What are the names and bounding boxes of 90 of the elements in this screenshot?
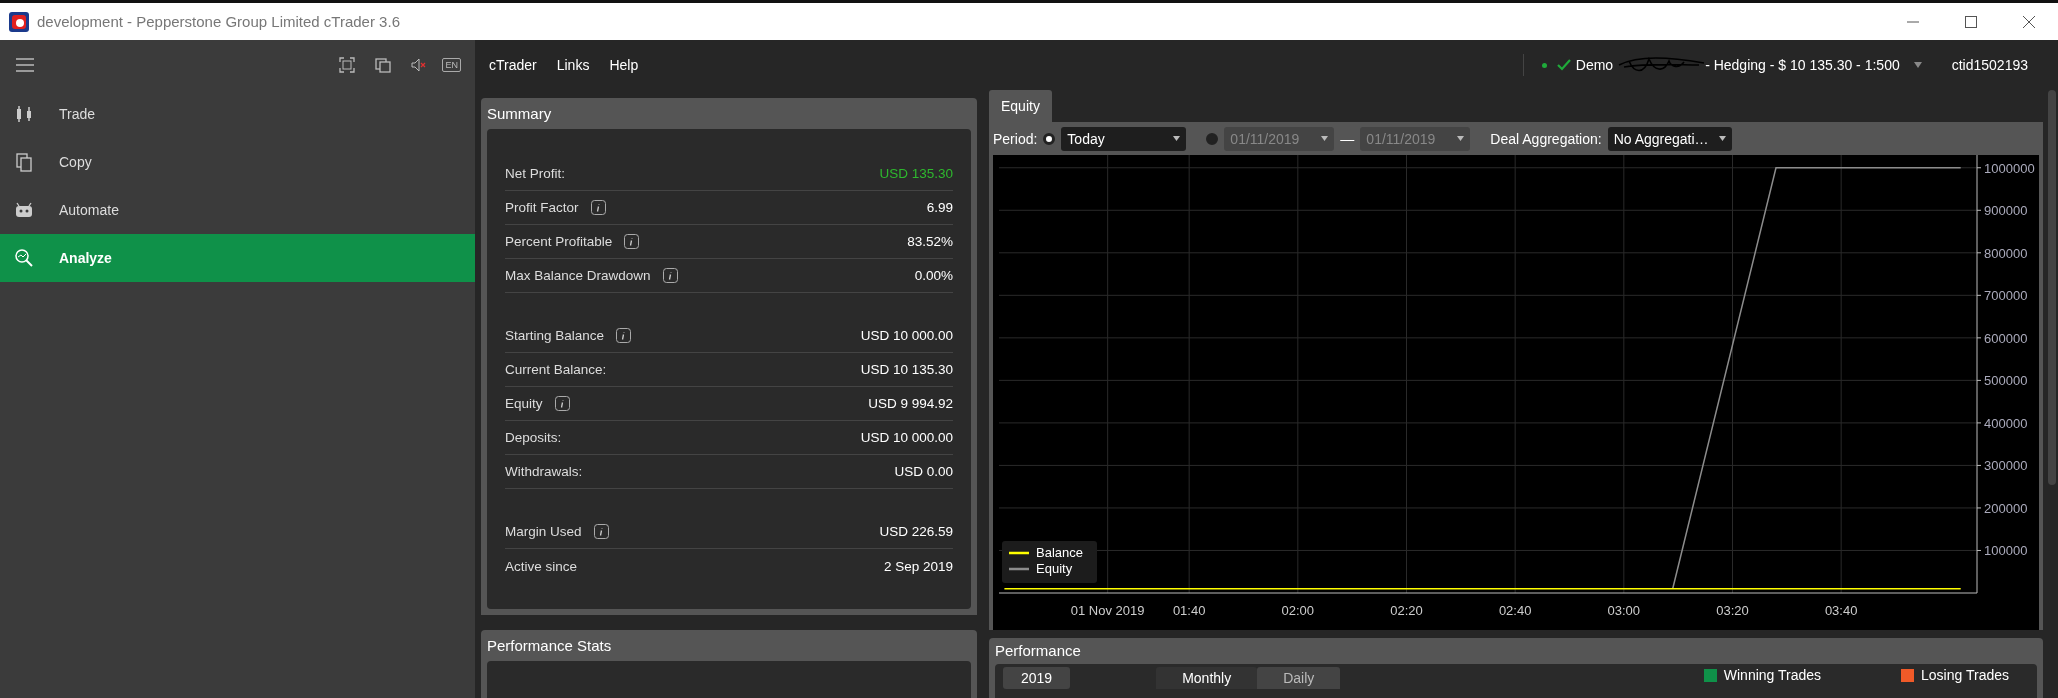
check-icon	[1556, 59, 1571, 71]
account-mode: Demo	[1575, 57, 1614, 73]
caret-icon	[1173, 136, 1181, 141]
stat-value: USD 0.00	[894, 464, 953, 479]
aggregation-dropdown[interactable]: No Aggregati…	[1607, 126, 1732, 151]
stat-label: Deposits:	[505, 430, 562, 445]
legend-label: Equity	[1036, 561, 1073, 576]
stat-value: 6.99	[926, 200, 953, 215]
language-button[interactable]: EN	[442, 58, 461, 72]
close-icon[interactable]	[2023, 15, 2035, 28]
menu-item[interactable]: Links	[556, 57, 590, 73]
tab[interactable]: Equity	[989, 90, 1052, 122]
stat-value: USD 10 135.30	[860, 362, 953, 377]
period-label: Period:	[993, 130, 1038, 147]
stat-value: USD 10 000.00	[860, 328, 953, 343]
tab[interactable]: Daily	[1257, 667, 1341, 689]
radio-button[interactable]	[1043, 132, 1056, 145]
candlestick-icon	[14, 104, 34, 124]
stat-label: Margin Used	[505, 524, 582, 539]
caret-icon[interactable]	[1913, 62, 1922, 68]
info-icon[interactable]	[593, 524, 609, 539]
year-button[interactable]: 2019	[1003, 667, 1071, 689]
axis-tick-label: 100000	[1984, 543, 2028, 559]
axis-tick-label: 800000	[1984, 245, 2028, 261]
axis-tick-label: 01 Nov 2019	[1070, 603, 1145, 618]
stat-label: Current Balance:	[505, 362, 607, 377]
axis-tick-label: 03:40	[1824, 603, 1858, 618]
stat-label: Active since	[505, 558, 578, 574]
stat-value: USD 135.30	[879, 166, 953, 181]
account-details: - Hedging - $ 10 135.30 - 1:500	[1705, 57, 1900, 73]
panel-title: Performance Stats	[487, 636, 613, 656]
sidebar-item[interactable]: Trade	[0, 90, 475, 138]
axis-tick-label: 500000	[1984, 373, 2028, 389]
range-separator: —	[1340, 130, 1355, 147]
axis-tick-label: 300000	[1984, 458, 2028, 474]
axis-tick-label: 03:20	[1716, 603, 1749, 618]
axis-tick-label: 400000	[1984, 415, 2028, 431]
sidebar-item[interactable]: Automate	[0, 186, 475, 234]
aggregation-label: Deal Aggregation:	[1490, 130, 1602, 147]
caret-icon	[1457, 136, 1465, 141]
sidebar-item[interactable]: Analyze	[0, 234, 475, 282]
user-id: ctid1502193	[1951, 57, 2028, 73]
axis-tick-label: 1000000	[1984, 160, 2035, 176]
stat-value: 83.52%	[907, 234, 953, 249]
stat-label: Percent Profitable	[505, 234, 613, 249]
caret-icon	[1718, 136, 1726, 141]
radio-button[interactable]	[1206, 132, 1219, 145]
axis-tick-label: 600000	[1984, 330, 2028, 346]
axis-tick-label: 03:00	[1607, 603, 1641, 618]
stat-label: Net Profit:	[505, 166, 566, 181]
stat-value: 0.00%	[914, 268, 953, 283]
sidebar-item[interactable]: Copy	[0, 138, 475, 186]
maximize-icon[interactable]	[1965, 15, 1977, 28]
stat-label: Max Balance Drawdown	[505, 268, 651, 283]
axis-tick-label: 900000	[1984, 203, 2028, 219]
axis-tick-label: 700000	[1984, 288, 2028, 304]
robot-icon	[14, 200, 34, 220]
panel-title: Summary	[487, 104, 553, 124]
scrollbar[interactable]	[2048, 90, 2056, 485]
tab[interactable]: Monthly	[1156, 667, 1258, 689]
stat-value: 2 Sep 2019	[883, 558, 953, 574]
stat-value: USD 226.59	[879, 524, 953, 539]
info-icon[interactable]	[590, 200, 606, 215]
stat-label: Profit Factor	[505, 200, 579, 215]
axis-tick-label: 02:20	[1390, 603, 1423, 618]
copy-icon	[14, 152, 34, 172]
caret-icon	[1321, 136, 1329, 141]
legend-label: Losing Trades	[1921, 667, 2009, 683]
axis-tick-label: 01:40	[1172, 603, 1206, 618]
period-dropdown[interactable]: Today	[1061, 126, 1187, 151]
menu-item[interactable]: cTrader	[489, 57, 537, 73]
legend-label: Winning Trades	[1723, 667, 1822, 683]
axis-tick-label: 200000	[1984, 500, 2028, 516]
info-icon[interactable]	[554, 396, 570, 411]
axis-tick-label: 02:40	[1498, 603, 1532, 618]
magnifier-chart-icon	[14, 248, 34, 268]
info-icon[interactable]	[662, 268, 678, 283]
window-title: development - Pepperstone Group Limited cTrader 3.6	[37, 13, 401, 30]
menu-item[interactable]: Help	[609, 57, 639, 73]
axis-tick-label: 02:00	[1281, 603, 1315, 618]
panel-title: Performance	[995, 641, 1082, 661]
legend-label: Balance	[1036, 545, 1083, 560]
stat-label: Equity	[505, 396, 543, 411]
stat-label: Withdrawals:	[505, 464, 583, 479]
stat-value: USD 10 000.00	[860, 430, 953, 445]
stat-value: USD 9 994.92	[868, 396, 953, 411]
app-logo-icon	[9, 11, 29, 32]
info-icon[interactable]	[624, 234, 640, 249]
stat-label: Starting Balance	[505, 328, 605, 343]
info-icon[interactable]	[616, 328, 632, 343]
